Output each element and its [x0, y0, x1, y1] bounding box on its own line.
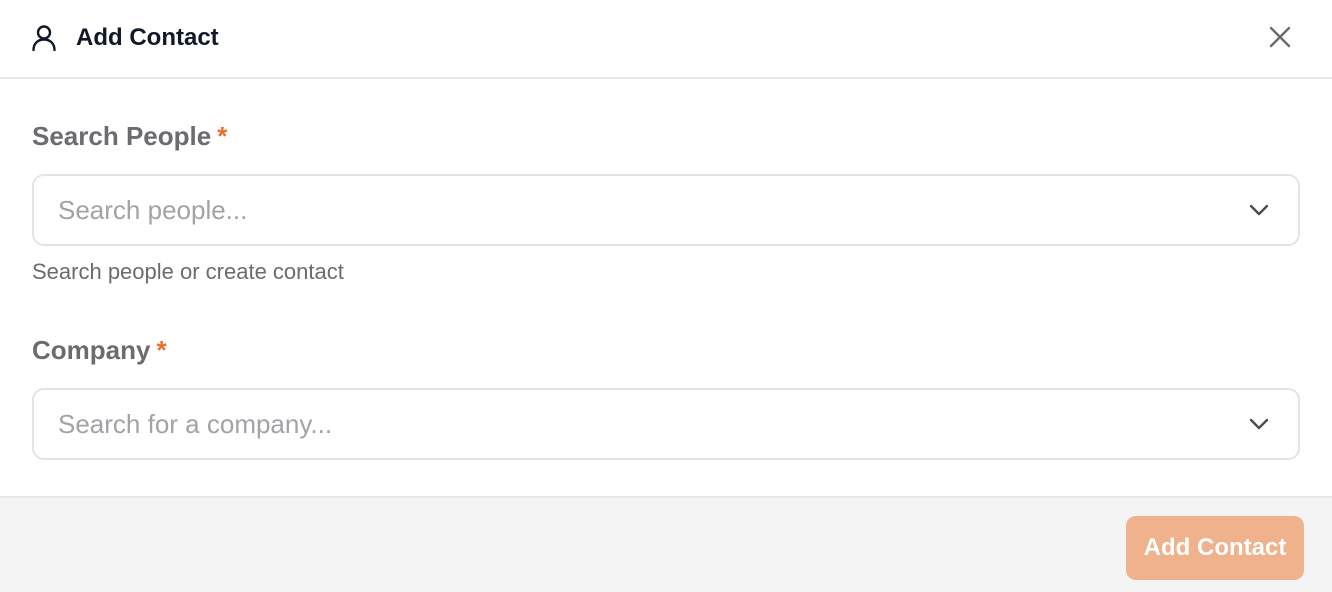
dialog-footer: Add Contact [0, 496, 1332, 592]
user-icon [30, 24, 58, 52]
company-label-text: Company [32, 335, 151, 365]
search-people-input[interactable] [58, 176, 1238, 244]
add-contact-button[interactable]: Add Contact [1126, 516, 1304, 580]
dialog-header: Add Contact [0, 0, 1332, 79]
search-people-label: Search People * [32, 120, 227, 152]
required-marker: * [217, 121, 228, 151]
company-label: Company * [32, 334, 167, 366]
dialog-body: Search People* Search people or create c… [0, 79, 1332, 496]
search-people-select[interactable] [32, 174, 1300, 246]
add-contact-dialog: Add Contact Search People * Search people… [0, 0, 1332, 592]
company-select[interactable] [32, 388, 1300, 460]
search-people-label-text: Search People [32, 121, 212, 151]
required-marker: * [156, 335, 167, 365]
close-icon [1269, 26, 1291, 51]
company-search-input[interactable] [58, 390, 1238, 458]
close-button[interactable] [1264, 22, 1296, 54]
dialog-title: Add Contact [76, 24, 219, 51]
chevron-down-icon[interactable] [1248, 199, 1270, 221]
search-people-help-text: Search people or create contact [32, 259, 344, 284]
chevron-down-icon[interactable] [1248, 413, 1270, 435]
